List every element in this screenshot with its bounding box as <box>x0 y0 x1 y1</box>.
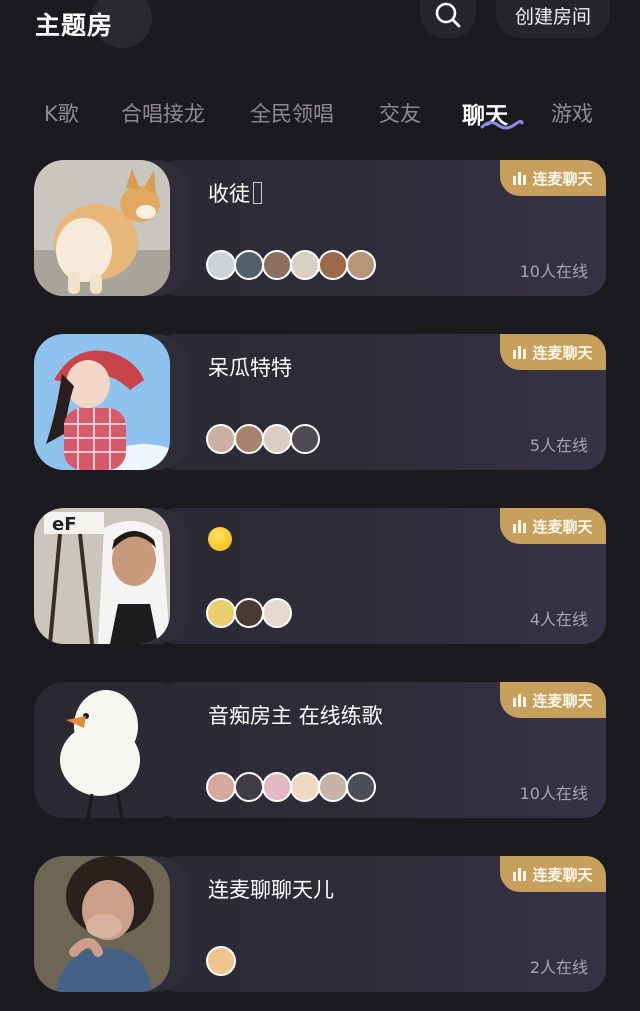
svg-text:eF: eF <box>52 514 77 535</box>
create-room-button[interactable]: 创建房间 <box>496 0 610 38</box>
room-thumbnail <box>34 160 170 296</box>
audio-bars-icon <box>513 694 527 707</box>
avatar <box>206 250 236 280</box>
yellow-emoji-icon <box>208 527 232 551</box>
live-chat-badge: 连麦聊天 <box>500 334 606 370</box>
room-name: 音痴房主 在线练歌 <box>208 704 383 728</box>
avatar <box>346 250 376 280</box>
avatar <box>206 772 236 802</box>
room-card[interactable]: 连麦聊天 连麦聊聊天儿 2人在线 <box>34 856 606 992</box>
text-cursor-icon <box>253 182 262 204</box>
avatar <box>262 598 292 628</box>
tab-make-friends[interactable]: 交友 <box>379 98 421 128</box>
room-thumbnail: eF <box>34 508 170 644</box>
room-thumbnail <box>34 334 170 470</box>
tab-k-song[interactable]: K歌 <box>44 98 79 128</box>
header: 主题房 创建房间 <box>0 0 640 60</box>
room-thumbnail <box>34 682 170 818</box>
category-tabs: K歌 合唱接龙 全民领唱 交友 聊天 游戏 <box>0 92 640 136</box>
search-icon <box>435 2 461 28</box>
room-name <box>208 526 232 551</box>
live-chat-badge: 连麦聊天 <box>500 160 606 196</box>
live-chat-badge: 连麦聊天 <box>500 856 606 892</box>
avatar <box>262 772 292 802</box>
badge-label: 连麦聊天 <box>532 169 593 188</box>
avatar <box>346 772 376 802</box>
room-card[interactable]: 连麦聊天 收徒 10人在线 <box>34 160 606 296</box>
room-thumbnail <box>34 856 170 992</box>
room-card[interactable]: 连麦聊天 呆瓜特特 5人在线 <box>34 334 606 470</box>
avatar <box>234 250 264 280</box>
audio-bars-icon <box>513 172 527 185</box>
search-button[interactable] <box>420 0 476 38</box>
avatar <box>290 250 320 280</box>
avatar <box>206 946 236 976</box>
tab-games[interactable]: 游戏 <box>551 98 593 128</box>
online-count: 2人在线 <box>529 958 588 977</box>
page-title: 主题房 <box>35 11 114 40</box>
room-name: 收徒 <box>208 178 262 208</box>
member-avatars <box>206 598 292 632</box>
avatar <box>206 424 236 454</box>
avatar <box>262 424 292 454</box>
audio-bars-icon <box>513 868 527 881</box>
avatar <box>262 250 292 280</box>
member-avatars <box>206 250 376 284</box>
live-chat-badge: 连麦聊天 <box>500 508 606 544</box>
room-card[interactable]: eF 连麦聊天 4人在线 <box>34 508 606 644</box>
avatar <box>290 424 320 454</box>
audio-bars-icon <box>513 520 527 533</box>
avatar <box>234 424 264 454</box>
member-avatars <box>206 946 236 980</box>
online-count: 10人在线 <box>519 784 588 803</box>
online-count: 4人在线 <box>529 610 588 629</box>
avatar <box>234 772 264 802</box>
badge-label: 连麦聊天 <box>532 343 593 362</box>
room-card[interactable]: 连麦聊天 音痴房主 在线练歌 10人在线 <box>34 682 606 818</box>
avatar <box>234 598 264 628</box>
audio-bars-icon <box>513 346 527 359</box>
avatar <box>206 598 236 628</box>
badge-label: 连麦聊天 <box>532 865 593 884</box>
room-name: 连麦聊聊天儿 <box>208 878 334 902</box>
member-avatars <box>206 772 376 806</box>
room-name: 呆瓜特特 <box>208 356 292 380</box>
online-count: 10人在线 <box>519 262 588 281</box>
avatar <box>318 772 348 802</box>
active-tab-underline <box>480 119 524 130</box>
tab-chorus-relay[interactable]: 合唱接龙 <box>121 98 205 128</box>
badge-label: 连麦聊天 <box>532 517 593 536</box>
member-avatars <box>206 424 320 458</box>
live-chat-badge: 连麦聊天 <box>500 682 606 718</box>
avatar <box>318 250 348 280</box>
badge-label: 连麦聊天 <box>532 691 593 710</box>
online-count: 5人在线 <box>529 436 588 455</box>
avatar <box>290 772 320 802</box>
tab-lead-sing[interactable]: 全民领唱 <box>250 98 334 128</box>
